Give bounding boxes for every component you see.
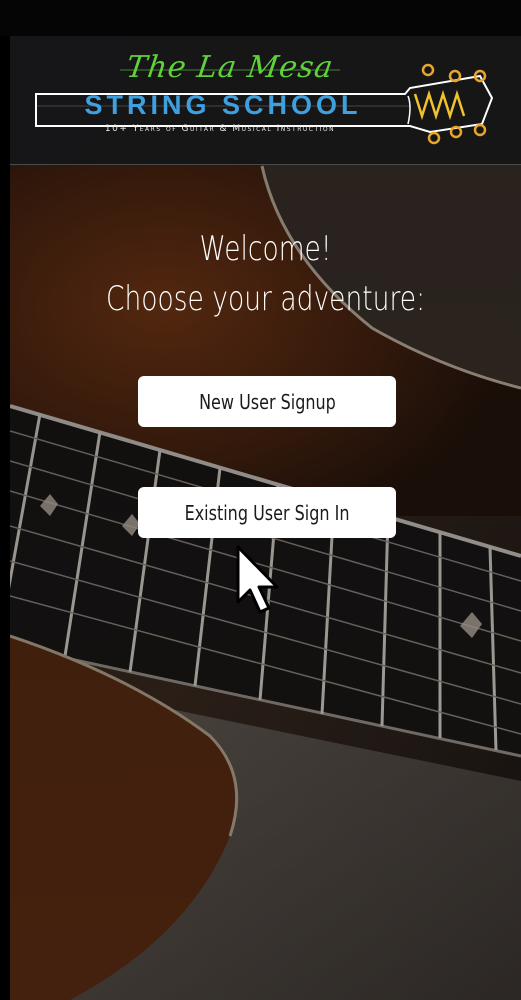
welcome-heading: Welcome! Choose your adventure: [66,224,465,324]
logo-tagline: 10+ Years of Guitar & Musical Instructio… [104,124,336,134]
logo-main-title: STRING SCHOOL [84,90,362,120]
welcome-line-2: Choose your adventure: [105,279,426,319]
existing-user-sign-in-label: Existing User Sign In [184,500,350,525]
arrow-cursor-icon [236,545,279,614]
app-screen: The La Mesa STRING SCHOOL 10+ Years of G… [10,36,521,1000]
logo-script-title: The La Mesa [124,50,336,85]
new-user-signup-button[interactable]: New User Signup [138,376,396,427]
top-bar [0,0,521,36]
site-header: The La Mesa STRING SCHOOL 10+ Years of G… [10,36,521,165]
existing-user-sign-in-button[interactable]: Existing User Sign In [138,487,396,538]
new-user-signup-label: New User Signup [198,389,336,414]
welcome-line-1: Welcome! [199,229,332,269]
